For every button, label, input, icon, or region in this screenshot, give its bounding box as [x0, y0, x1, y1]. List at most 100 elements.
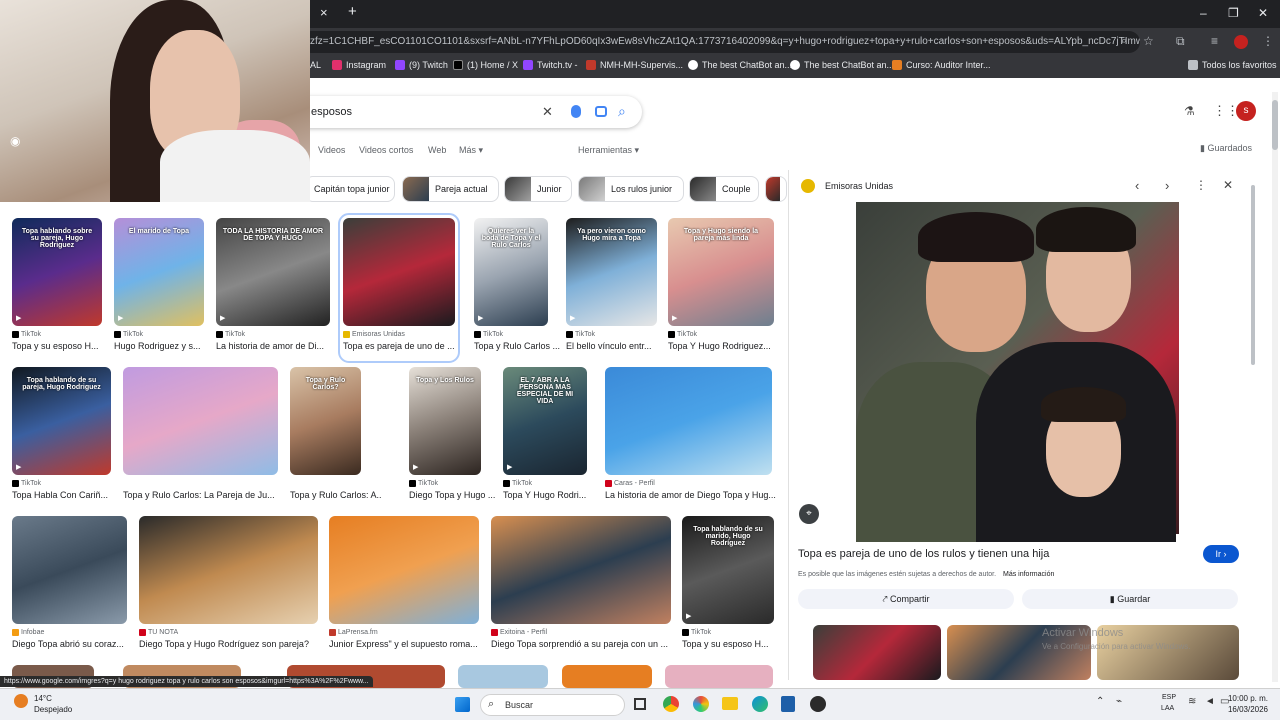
result-source[interactable]: TU NOTA — [139, 629, 178, 636]
browser-menu-icon[interactable]: ⋮ — [1262, 34, 1274, 48]
edge-icon[interactable] — [752, 696, 768, 712]
more-options-icon[interactable]: ⋮ — [1195, 178, 1207, 192]
result-thumbnail[interactable]: Topa hablando de su marido, Hugo Rodrígu… — [682, 516, 774, 624]
image-result[interactable]: Quieres ver la boda de Topa y el Rulo Ca… — [474, 218, 560, 358]
image-result[interactable]: EL 7 ABR A LA PERSONA MAS ESPECIAL DE MI… — [503, 367, 587, 507]
result-title[interactable]: Topa Habla Con Cariñ... — [12, 490, 131, 500]
search-input[interactable]: esposos — [311, 106, 352, 118]
clear-search-icon[interactable]: ✕ — [542, 104, 553, 120]
result-title[interactable]: Hugo Rodriguez y s... — [114, 341, 224, 351]
result-source[interactable]: Infobae — [12, 629, 44, 636]
result-title[interactable]: Topa Y Hugo Rodri... — [503, 490, 607, 500]
result-thumbnail[interactable] — [605, 367, 772, 475]
chip-los-rulos-junior[interactable]: Los rulos junior — [578, 176, 684, 202]
result-source[interactable]: LaPrensa.fm — [329, 629, 378, 636]
result-title[interactable]: El bello vínculo entr... — [566, 341, 677, 351]
preview-image[interactable] — [856, 202, 1179, 542]
tools-button[interactable]: Herramientas ▾ — [578, 145, 639, 156]
bookmark-item[interactable]: Twitch.tv - — [523, 60, 578, 70]
close-tab-icon[interactable]: × — [320, 5, 328, 20]
result-thumbnail[interactable]: Topa y Rulo Carlos? — [290, 367, 361, 475]
result-thumbnail[interactable]: TODA LA HISTORIA DE AMOR DE TOPA Y HUGO ▶ — [216, 218, 330, 326]
task-view-icon[interactable] — [634, 698, 646, 710]
weather-icon[interactable] — [14, 694, 28, 708]
image-result[interactable]: Topa y Rulo Carlos: La Pareja de Ju... — [123, 367, 278, 507]
panel-title[interactable]: Topa es pareja de uno de los rulos y tie… — [798, 548, 1049, 560]
result-source[interactable]: TikTok — [668, 331, 697, 338]
image-result[interactable]: Emisoras Unidas Topa es pareja de uno de … — [338, 213, 460, 363]
result-thumbnail[interactable] — [665, 665, 773, 688]
labs-icon[interactable]: ⚗ — [1184, 104, 1195, 118]
result-title[interactable]: Topa y Rulo Carlos: La Pareja de Ju... — [123, 490, 298, 500]
result-thumbnail[interactable]: Ya pero vieron como Hugo mira a Topa ▶ — [566, 218, 657, 326]
image-result[interactable]: Topa y Rulo Carlos? Topa y Rulo Carlos: A… — [290, 367, 381, 507]
network-tray-icon[interactable]: ⌁ — [1116, 696, 1122, 707]
image-result[interactable]: TU NOTA Diego Topa y Hugo Rodríguez son p… — [139, 516, 318, 656]
result-title[interactable]: Diego Topa y Hugo Rodríguez son pareja? — [139, 639, 338, 649]
tab-videos[interactable]: Videos — [318, 145, 345, 155]
result-title[interactable]: Diego Topa y Hugo ... — [409, 490, 501, 500]
result-source[interactable]: TikTok — [216, 331, 245, 338]
close-panel-icon[interactable]: ✕ — [1223, 178, 1233, 192]
image-result[interactable]: Exitoina - Perfil Diego Topa sorprendió a… — [491, 516, 671, 656]
previous-icon[interactable]: ‹ — [1135, 178, 1139, 193]
tab-web[interactable]: Web — [428, 145, 446, 155]
image-result[interactable]: El marido de Topa ▶ TikTok Hugo Rodriguez y… — [114, 218, 204, 358]
result-thumbnail[interactable]: El marido de Topa ▶ — [114, 218, 204, 326]
tab-more[interactable]: Más ▾ — [459, 145, 483, 156]
share-button[interactable]: ⤤ Compartir — [798, 589, 1014, 609]
app-icon[interactable] — [693, 696, 709, 712]
calculator-icon[interactable] — [781, 696, 795, 712]
result-source[interactable]: Caras - Perfil — [605, 480, 655, 487]
result-thumbnail[interactable] — [562, 665, 652, 688]
result-source[interactable]: TikTok — [682, 629, 711, 636]
result-title[interactable]: Topa Y Hugo Rodriguez... — [668, 341, 794, 351]
clock-time[interactable]: 10:00 p. m. — [1226, 694, 1268, 703]
result-title[interactable]: La historia de amor de Diego Topa y Hug.… — [605, 490, 792, 500]
bookmark-item[interactable]: The best ChatBot an... — [790, 60, 894, 70]
result-title[interactable]: Topa y su esposo H... — [12, 341, 122, 351]
panel-scrollbar[interactable] — [1251, 185, 1255, 365]
address-bar[interactable]: zfz=1C1CHBF_esCO1101CO1101&sxsrf=ANbL-n7… — [300, 31, 1140, 53]
result-thumbnail[interactable]: Topa y Los Rulos ▶ — [409, 367, 481, 475]
new-tab-button[interactable]: + — [348, 3, 357, 20]
result-title[interactable]: Diego Topa sorprendió a su pareja con un… — [491, 639, 691, 649]
result-title[interactable]: Topa y su esposo H... — [682, 639, 794, 649]
image-result[interactable]: Topa hablando sobre su pareja, Hugo Rodr… — [12, 218, 102, 358]
windows-start-icon[interactable] — [455, 697, 470, 712]
image-result[interactable]: Topa hablando de su pareja, Hugo Rodrigu… — [12, 367, 111, 507]
result-source[interactable]: TikTok — [409, 480, 438, 487]
all-favorites-folder[interactable]: Todos los favoritos — [1188, 60, 1277, 70]
result-title[interactable]: Junior Express" y el supuesto roma... — [329, 639, 499, 649]
keyboard-layout[interactable]: LAA — [1161, 705, 1174, 712]
camera-search-icon[interactable] — [595, 106, 607, 117]
bookmark-item[interactable]: AL — [310, 60, 321, 70]
result-thumbnail[interactable] — [343, 218, 455, 326]
clock-date[interactable]: 16/03/2026 — [1226, 705, 1268, 714]
chip-pareja-actual[interactable]: Pareja actual — [402, 176, 499, 202]
result-thumbnail[interactable] — [123, 367, 278, 475]
microphone-icon[interactable] — [571, 105, 581, 118]
result-thumbnail[interactable]: EL 7 ABR A LA PERSONA MAS ESPECIAL DE MI… — [503, 367, 587, 475]
next-icon[interactable]: › — [1165, 178, 1169, 193]
tray-chevron-icon[interactable]: ⌃ — [1096, 696, 1104, 707]
related-image[interactable] — [813, 625, 941, 680]
zoom-icon[interactable]: ⌕ — [1121, 35, 1127, 48]
bookmark-item[interactable]: Curso: Auditor Inter... — [892, 60, 991, 70]
result-thumbnail[interactable] — [491, 516, 671, 624]
close-window-icon[interactable]: ✕ — [1258, 6, 1268, 20]
result-thumbnail[interactable] — [12, 516, 127, 624]
tab-short-videos[interactable]: Videos cortos — [359, 145, 413, 155]
result-thumbnail[interactable]: Topa hablando sobre su pareja, Hugo Rodr… — [12, 218, 102, 326]
image-result[interactable]: LaPrensa.fm Junior Express" y el supuesto… — [329, 516, 479, 656]
image-result[interactable]: Topa y Los Rulos ▶ TikTok Diego Topa y Hugo… — [409, 367, 495, 507]
minimize-icon[interactable]: – — [1200, 6, 1207, 20]
chip-junior[interactable]: Junior — [504, 176, 572, 202]
profile-icon[interactable] — [1234, 35, 1248, 49]
bookmark-item[interactable]: Instagram — [332, 60, 386, 70]
taskbar-search[interactable]: ⌕ Buscar — [480, 694, 625, 716]
result-title[interactable]: Diego Topa abrió su coraz... — [12, 639, 147, 649]
bookmark-item[interactable]: (9) Twitch — [395, 60, 448, 70]
panel-source[interactable]: Emisoras Unidas — [825, 181, 893, 191]
page-scrollbar[interactable] — [1272, 92, 1278, 682]
